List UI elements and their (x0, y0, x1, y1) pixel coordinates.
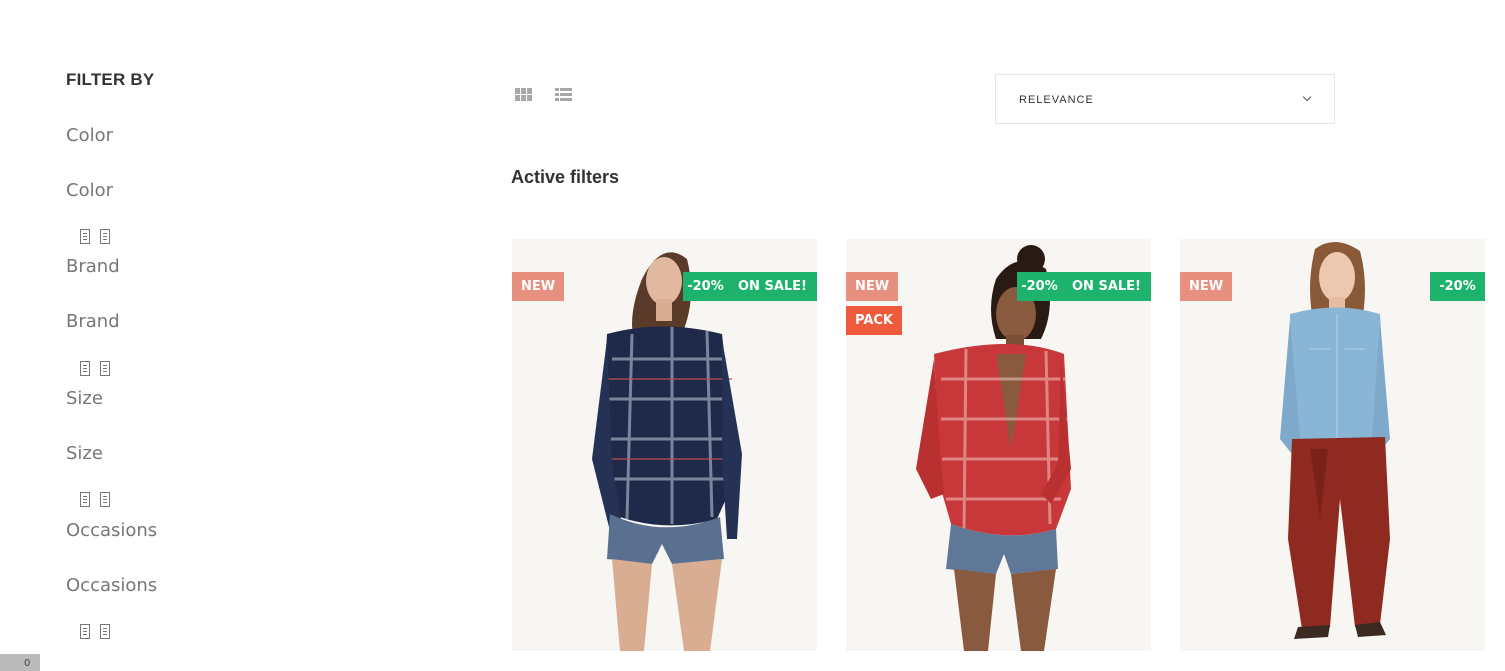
pack-badge: PACK (846, 306, 903, 335)
facet-occasions-header[interactable]: Occasions (66, 520, 157, 541)
chevron-down-icon (1302, 92, 1312, 102)
on-sale-badge: ON SALE! (1062, 272, 1151, 301)
facet-size-options (80, 492, 110, 507)
new-badge: NEW (512, 272, 565, 301)
placeholder-glyph-icon[interactable] (100, 492, 110, 507)
placeholder-glyph-icon[interactable] (100, 229, 110, 244)
sort-selected-value: RELEVANCE (1019, 94, 1094, 106)
corner-badge[interactable]: 0 (0, 654, 40, 671)
new-badge: NEW (1180, 272, 1233, 301)
facet-size-label[interactable]: Size (66, 443, 103, 464)
new-badge: NEW (846, 272, 899, 301)
placeholder-glyph-icon[interactable] (80, 361, 90, 376)
placeholder-glyph-icon[interactable] (80, 624, 90, 639)
discount-badge: -20% (683, 272, 728, 301)
on-sale-badge: ON SALE! (728, 272, 817, 301)
product-card[interactable]: NEW -20% (1180, 239, 1485, 651)
placeholder-glyph-icon[interactable] (80, 492, 90, 507)
facet-color-label[interactable]: Color (66, 180, 113, 201)
placeholder-glyph-icon[interactable] (80, 229, 90, 244)
placeholder-glyph-icon[interactable] (100, 361, 110, 376)
facet-size-header[interactable]: Size (66, 388, 103, 409)
filter-sidebar: FILTER BY Color Color Brand Brand Size S… (66, 0, 366, 671)
facet-brand-label[interactable]: Brand (66, 311, 120, 332)
discount-badge: -20% (1430, 272, 1485, 301)
active-filters-heading: Active filters (511, 167, 620, 187)
facet-color-header[interactable]: Color (66, 125, 113, 146)
grid-view-icon[interactable] (515, 88, 532, 102)
filter-title: FILTER BY (66, 70, 155, 89)
facet-color-options (80, 229, 110, 244)
list-view-icon[interactable] (555, 88, 572, 102)
facet-brand-header[interactable]: Brand (66, 256, 120, 277)
product-card[interactable]: NEW -20% ON SALE! (512, 239, 817, 651)
facet-brand-options (80, 361, 110, 376)
sort-select[interactable]: RELEVANCE (995, 74, 1335, 124)
facet-occasions-label[interactable]: Occasions (66, 575, 157, 596)
product-card[interactable]: NEW PACK -20% ON SALE! (846, 239, 1151, 651)
discount-badge: -20% (1017, 272, 1062, 301)
facet-occasions-options (80, 624, 110, 639)
placeholder-glyph-icon[interactable] (100, 624, 110, 639)
